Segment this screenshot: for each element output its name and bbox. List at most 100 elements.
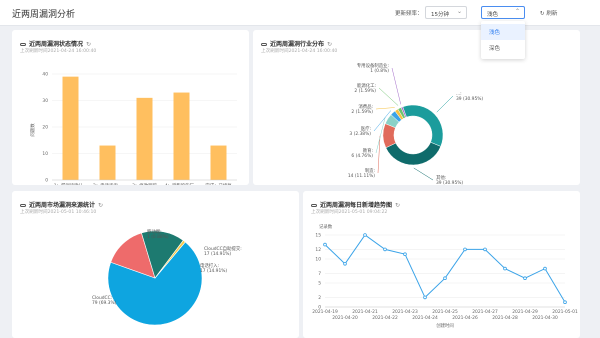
data-point	[483, 247, 487, 252]
slice-value-label: 6 (4.76%)	[351, 153, 373, 159]
y-tick-label: 5	[318, 281, 321, 287]
data-point	[563, 300, 567, 304]
x-tick-label: 2021-04-23	[392, 309, 418, 315]
slice-label: 医疗:	[361, 125, 371, 132]
theme-select[interactable]: 浅色 ⌃	[481, 6, 525, 19]
data-point	[443, 276, 447, 280]
slice-label: 制造:	[365, 167, 375, 174]
x-tick-label: 1：漏洞待确认...	[54, 182, 87, 185]
x-tick-label: 2021-04-24	[412, 315, 438, 321]
slice-value-label: 1 (0.88%)	[147, 234, 169, 240]
theme-value: 浅色	[487, 12, 499, 18]
data-point	[403, 252, 407, 256]
slice-value-label: 2 (1.59%)	[354, 88, 376, 94]
source-panel: 近两周市场漏洞来源统计 ↻ 上次刷新时间2021-05-01 10:46:10 C…	[12, 191, 299, 338]
slice-label: 其他:	[436, 174, 446, 181]
x-tick-label: 2021-04-22	[372, 315, 398, 321]
slice-value-label: 39 (30.95%)	[456, 96, 483, 102]
source-pie-chart: CloudCC:79 (69.3%)电话打入:17 (14.91%)CloudC…	[92, 228, 242, 326]
update-interval-value: 15分钟	[431, 12, 449, 18]
x-tick-label: 2021-04-30	[532, 315, 558, 321]
y-tick-label: 0	[45, 178, 48, 184]
y-axis-label: 问题数	[29, 123, 36, 137]
slice-value-label: 17 (14.91%)	[204, 251, 231, 257]
bar	[173, 92, 190, 180]
slice-label: 消费品:	[358, 103, 373, 110]
leader-line	[391, 67, 402, 105]
x-tick-label: 2021-04-20	[332, 315, 358, 321]
x-tick-label: 2021-04-29	[512, 309, 538, 315]
x-axis-label: 创建时间	[436, 322, 454, 329]
leader-line	[378, 87, 399, 106]
bar	[62, 76, 79, 180]
chevron-up-icon: ⌃	[514, 8, 520, 15]
slice-value-label: 17 (14.91%)	[200, 268, 227, 274]
y-tick-label: 12	[315, 247, 321, 253]
y-tick-label: 2	[318, 295, 321, 301]
status-panel: 近两周漏洞状态情况 ↻ 上次刷新时间2021-04-24 16:00:40 0 10…	[12, 30, 249, 185]
data-point	[423, 295, 427, 300]
trend-panel: 近两周漏洞每日新增趋势图 ↻ 上次刷新时间2021-05-01 09:04:22 …	[303, 191, 580, 338]
status-bar-chart: 0 10 20 30 40 问题数 1：漏洞待确认... 2：电话咨询... 3：修改跟踪 4：受…	[29, 72, 237, 185]
series-line	[324, 234, 566, 303]
industry-donut-chart: ...:39 (30.95%)其他:39 (30.95%)制造:14 (11.1…	[348, 62, 484, 185]
x-tick-label: 2021-04-25	[432, 309, 458, 315]
x-tick-label: 2021-04-27	[472, 309, 498, 315]
y-tick-label: 7	[318, 271, 321, 277]
theme-option-light[interactable]: 浅色	[481, 24, 525, 40]
y-tick-label: 20	[42, 125, 48, 131]
data-point	[323, 242, 327, 247]
x-tick-label: 完成：已修复	[205, 182, 232, 185]
slice-value-label: 39 (30.95%)	[436, 180, 463, 185]
data-point	[503, 266, 507, 271]
chevron-down-icon: ⌄	[456, 8, 462, 15]
data-point	[383, 247, 387, 252]
leader-line	[375, 107, 395, 110]
data-point	[343, 262, 347, 266]
industry-panel: 近两周漏洞行业分布 ↻ 上次刷新时间2021-04-24 16:00:40 ...…	[253, 30, 580, 185]
update-interval-select[interactable]: 15分钟 ⌄	[425, 6, 467, 19]
donut-slice	[402, 104, 444, 147]
y-tick-label: 30	[42, 98, 48, 104]
donut-slice	[385, 141, 442, 166]
data-point	[363, 233, 367, 237]
slice-label: CloudCC自助提交:	[204, 245, 242, 252]
refresh-label: 刷新	[546, 11, 558, 17]
bar	[99, 145, 116, 180]
x-tick-label: 2：电话咨询...	[93, 182, 122, 185]
y-tick-label: 10	[42, 151, 48, 157]
x-tick-label: 2021-04-21	[352, 309, 378, 315]
x-tick-label: 2021-05-01	[552, 309, 578, 315]
y-axis-label: 记录数	[319, 223, 333, 230]
refresh-button[interactable]: ↻ 刷新	[540, 9, 557, 17]
data-point	[463, 247, 467, 252]
leader-line	[436, 95, 454, 113]
slice-label: 移动端:	[147, 228, 162, 235]
slice-value-label: 3 (2.38%)	[349, 131, 371, 137]
trend-line-chart: 0257101215记录数2021-04-192021-04-202021-04…	[312, 223, 578, 329]
x-tick-label: 2021-04-19	[312, 309, 338, 315]
slice-value-label: 79 (69.3%)	[92, 300, 117, 306]
slice-label: 能源化工:	[357, 82, 376, 89]
data-point	[543, 266, 547, 271]
data-point	[523, 276, 527, 280]
x-tick-label: 3：修改跟踪	[132, 182, 157, 185]
slice-label: 教育:	[363, 147, 373, 154]
y-tick-label: 10	[315, 257, 321, 263]
page-title: 近两周漏洞分析	[12, 10, 76, 20]
y-tick-label: 40	[42, 72, 48, 78]
slice-value-label: 1 (0.8%)	[370, 68, 389, 74]
x-tick-label: 2021-04-26	[452, 315, 478, 321]
slice-label: 专用设备制造业:	[357, 62, 389, 69]
slice-label: 电话打入:	[200, 262, 219, 269]
slice-value-label: 2 (1.59%)	[351, 109, 373, 115]
y-tick-label: 15	[315, 233, 321, 239]
theme-dropdown: 浅色 深色	[481, 21, 525, 59]
leader-line	[413, 167, 434, 181]
slice-value-label: 14 (11.11%)	[348, 173, 375, 179]
x-tick-label: 2021-04-28	[492, 315, 518, 321]
theme-option-dark[interactable]: 深色	[481, 40, 525, 56]
x-tick-label: 4：受影响的厂...	[165, 182, 198, 185]
bar	[210, 145, 227, 180]
bar	[136, 97, 153, 180]
